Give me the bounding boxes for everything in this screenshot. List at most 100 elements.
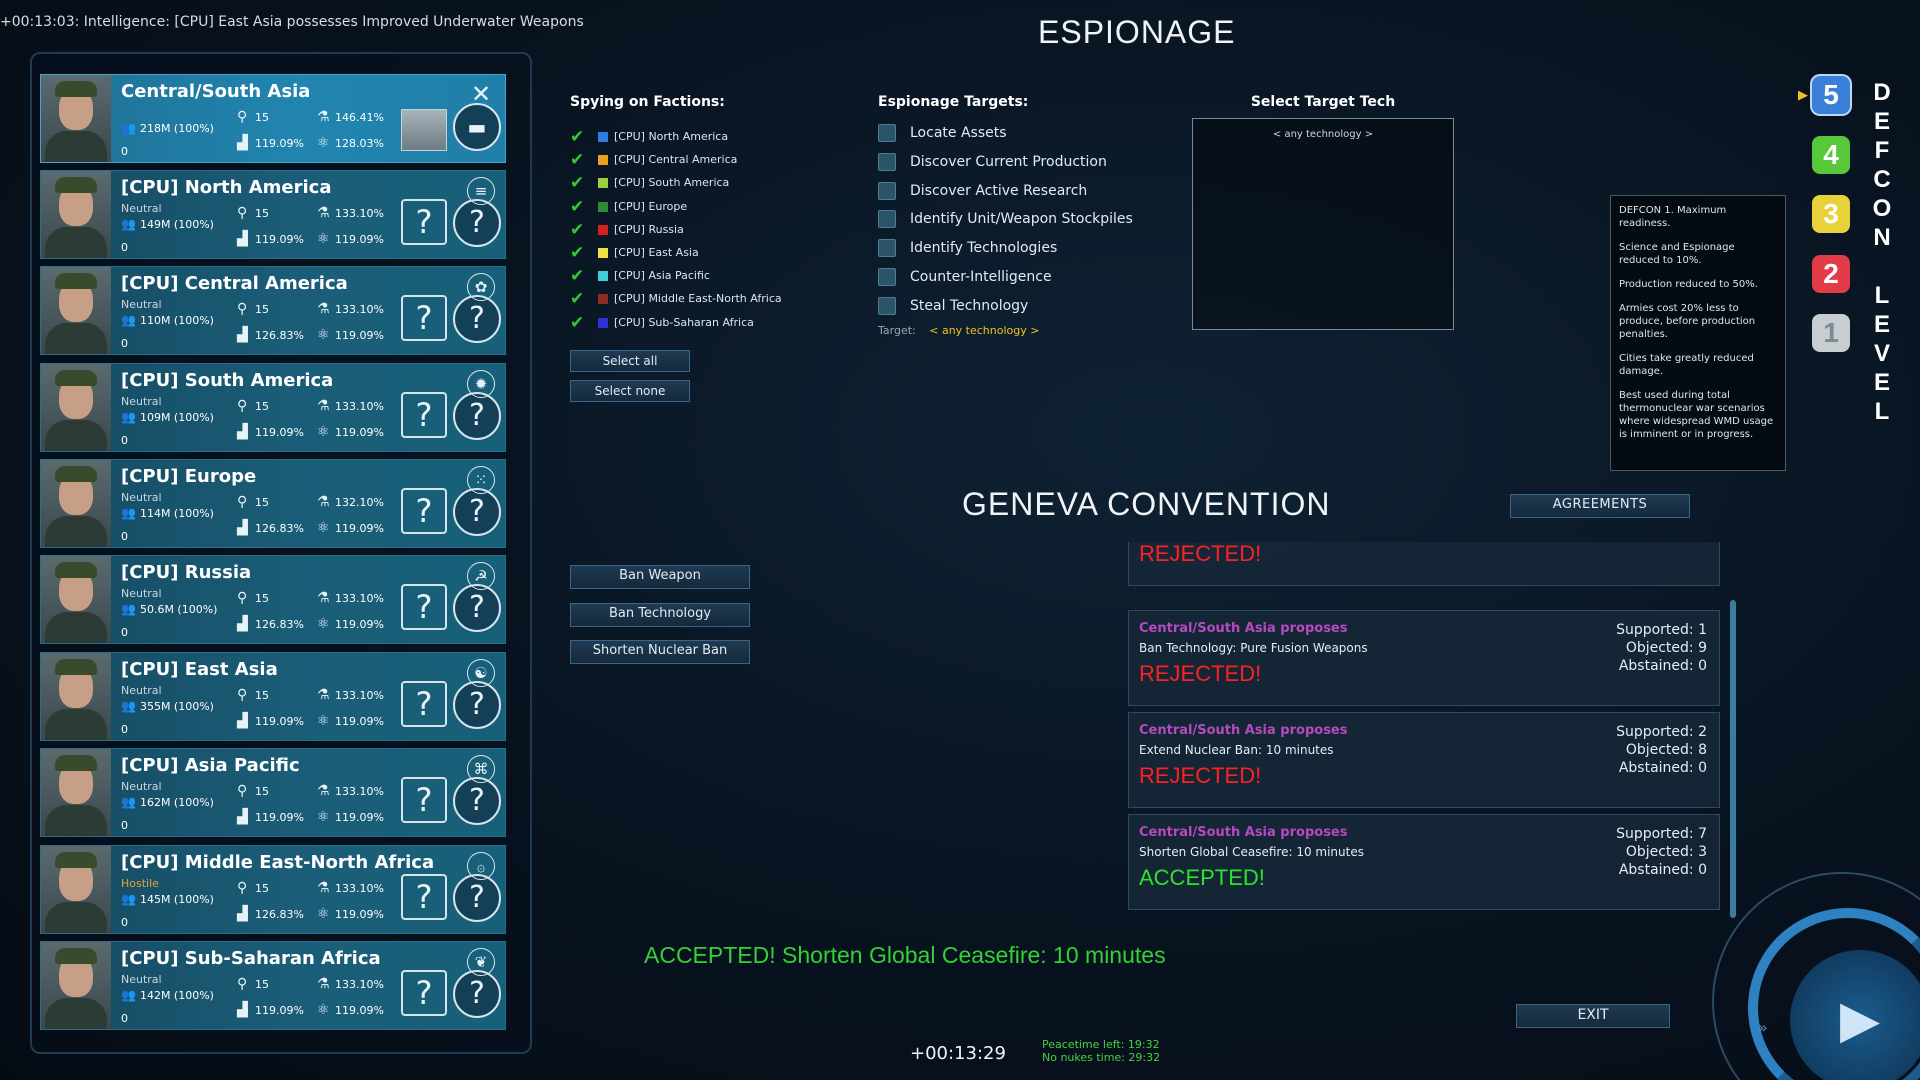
spy-faction-item[interactable]: ✔ [CPU] Asia Pacific bbox=[570, 266, 710, 286]
checkmark-icon[interactable]: ✔ bbox=[570, 197, 592, 217]
faction-score: 0 bbox=[121, 145, 128, 158]
supported-count: Supported: 1 bbox=[1616, 622, 1707, 638]
faction-status: Neutral bbox=[121, 491, 162, 504]
unknown-unit-icon[interactable]: ? bbox=[401, 392, 447, 438]
proposal-list[interactable]: Extend Global Ceasefire: 10 minutesREJEC… bbox=[1128, 542, 1720, 912]
unknown-unit-icon[interactable]: ? bbox=[401, 681, 447, 727]
target-checkbox[interactable] bbox=[878, 124, 896, 142]
unknown-tech-icon[interactable]: ? bbox=[453, 970, 501, 1018]
unknown-tech-icon[interactable]: ? bbox=[453, 874, 501, 922]
checkmark-icon[interactable]: ✔ bbox=[570, 289, 592, 309]
unknown-unit-icon[interactable]: ? bbox=[401, 777, 447, 823]
select-all-button[interactable]: Select all bbox=[570, 350, 690, 372]
unknown-unit-icon[interactable]: ? bbox=[401, 199, 447, 245]
espionage-target-item[interactable]: Steal Technology bbox=[878, 296, 1028, 319]
tooltip-line: DEFCON 1. Maximum readiness. bbox=[1619, 205, 1727, 229]
tank-icon[interactable]: ▬ bbox=[453, 103, 501, 151]
faction-score: 0 bbox=[121, 723, 128, 736]
espionage-target-item[interactable]: Locate Assets bbox=[878, 124, 1007, 146]
faction-emblem-icon: ⌘ bbox=[467, 755, 495, 783]
faction-card[interactable]: [CPU] South America Neutral 👥 109M (100%) 0 ⚲… bbox=[40, 363, 506, 452]
spy-faction-item[interactable]: ✔ [CPU] Sub-Saharan Africa bbox=[570, 313, 754, 333]
ban-weapon-button[interactable]: Ban Weapon bbox=[570, 565, 750, 589]
spy-faction-item[interactable]: ✔ [CPU] Russia bbox=[570, 220, 684, 240]
tech-list-item[interactable]: < any technology > bbox=[1193, 129, 1453, 140]
defcon-level-1-button[interactable]: 1 bbox=[1812, 314, 1850, 352]
target-value[interactable]: < any technology > bbox=[929, 324, 1039, 337]
atom-icon: ⚛ bbox=[317, 520, 330, 536]
spy-faction-item[interactable]: ✔ [CPU] North America bbox=[570, 127, 728, 147]
unknown-tech-icon[interactable]: ? bbox=[453, 392, 501, 440]
unknown-tech-icon[interactable]: ? bbox=[453, 295, 501, 343]
defcon-level-5-button[interactable]: 5 bbox=[1812, 76, 1850, 114]
spy-faction-item[interactable]: ✔ [CPU] Europe bbox=[570, 197, 687, 217]
target-checkbox[interactable] bbox=[878, 152, 896, 171]
faction-card[interactable]: [CPU] Central America Neutral 👥 110M (100%)… bbox=[40, 266, 506, 355]
unknown-tech-icon[interactable]: ? bbox=[453, 777, 501, 825]
fast-forward-icon[interactable]: » bbox=[1758, 1018, 1768, 1037]
population: 👥 142M (100%) bbox=[121, 988, 214, 1002]
flask-icon: ⚗ bbox=[317, 301, 330, 317]
spy-faction-item[interactable]: ✔ [CPU] Middle East-North Africa bbox=[570, 289, 782, 309]
checkmark-icon[interactable]: ✔ bbox=[570, 150, 592, 170]
faction-card[interactable]: [CPU] East Asia Neutral 👥 355M (100%) 0 ⚲ 15 ▟ 1… bbox=[40, 652, 506, 741]
stat-spies: ⚲ 15 bbox=[237, 783, 269, 799]
target-checkbox[interactable] bbox=[878, 239, 896, 258]
defcon-level-3-button[interactable]: 3 bbox=[1812, 195, 1850, 233]
checkmark-icon[interactable]: ✔ bbox=[570, 220, 592, 240]
faction-card[interactable]: [CPU] Sub-Saharan Africa Neutral 👥 142M (10… bbox=[40, 941, 506, 1030]
spy-faction-item[interactable]: ✔ [CPU] East Asia bbox=[570, 243, 699, 263]
defcon-letter: E bbox=[1873, 311, 1890, 338]
proposer: Central/South Asia proposes bbox=[1139, 825, 1348, 840]
unknown-tech-icon[interactable]: ? bbox=[453, 584, 501, 632]
target-checkbox[interactable] bbox=[878, 268, 896, 286]
objected-count: Objected: 9 bbox=[1625, 640, 1707, 656]
stat-spies: ⚲ 15 bbox=[237, 109, 269, 125]
checkmark-icon[interactable]: ✔ bbox=[570, 173, 592, 193]
espionage-target-item[interactable]: Identify Technologies bbox=[878, 239, 1057, 261]
checkmark-icon[interactable]: ✔ bbox=[570, 313, 592, 333]
unknown-tech-icon[interactable]: ? bbox=[453, 681, 501, 729]
target-checkbox[interactable] bbox=[878, 210, 896, 229]
defcon-level-4-button[interactable]: 4 bbox=[1812, 135, 1850, 174]
select-none-button[interactable]: Select none bbox=[570, 380, 690, 402]
exit-button[interactable]: EXIT bbox=[1516, 1004, 1670, 1028]
proposal-scrollbar[interactable] bbox=[1730, 600, 1736, 918]
faction-name: [CPU] Russia bbox=[121, 562, 252, 583]
unknown-tech-icon[interactable]: ? bbox=[453, 199, 501, 247]
checkmark-icon[interactable]: ✔ bbox=[570, 127, 592, 147]
stat-science: ⚗ 133.10% bbox=[317, 590, 384, 606]
unknown-unit-icon[interactable]: ? bbox=[401, 584, 447, 630]
agreements-button[interactable]: AGREEMENTS bbox=[1510, 494, 1690, 518]
checkmark-icon[interactable]: ✔ bbox=[570, 266, 592, 286]
unknown-unit-icon[interactable]: ? bbox=[401, 295, 447, 341]
shorten-nuclear-ban-button[interactable]: Shorten Nuclear Ban bbox=[570, 640, 750, 664]
target-checkbox[interactable] bbox=[878, 181, 896, 200]
unknown-unit-icon[interactable]: ? bbox=[401, 874, 447, 920]
faction-card[interactable]: [CPU] Middle East-North Africa Hostile 👥 14… bbox=[40, 845, 506, 934]
espionage-target-item[interactable]: Discover Current Production bbox=[878, 152, 1107, 175]
unknown-tech-icon[interactable]: ? bbox=[453, 488, 501, 536]
faction-status: Neutral bbox=[121, 973, 162, 986]
faction-score: 0 bbox=[121, 1012, 128, 1025]
defcon-level-2-button[interactable]: 2 bbox=[1812, 254, 1850, 293]
spy-faction-item[interactable]: ✔ [CPU] South America bbox=[570, 173, 729, 193]
ban-technology-button[interactable]: Ban Technology bbox=[570, 603, 750, 627]
espionage-target-item[interactable]: Discover Active Research bbox=[878, 181, 1087, 204]
target-tech-list[interactable]: < any technology > bbox=[1192, 118, 1454, 330]
spy-faction-item[interactable]: ✔ [CPU] Central America bbox=[570, 150, 737, 170]
target-checkbox[interactable] bbox=[878, 296, 896, 315]
vote-counts: Supported: 2 Objected: 8 Abstained: 0 bbox=[1616, 723, 1707, 777]
faction-card[interactable]: Central/South Asia 👥 218M (100%) 0 ⚲ 15 ▟ 119.0… bbox=[40, 74, 506, 163]
faction-card[interactable]: [CPU] Europe Neutral 👥 114M (100%) 0 ⚲ 15 ▟ 126.… bbox=[40, 459, 506, 548]
faction-card[interactable]: [CPU] North America Neutral 👥 149M (100%) 0 ⚲… bbox=[40, 170, 506, 259]
faction-card[interactable]: [CPU] Asia Pacific Neutral 👥 162M (100%) 0 ⚲ 1… bbox=[40, 748, 506, 837]
unknown-unit-icon[interactable]: ? bbox=[401, 970, 447, 1016]
unknown-unit-icon[interactable]: ? bbox=[401, 488, 447, 534]
checkmark-icon[interactable]: ✔ bbox=[570, 243, 592, 263]
population: 👥 114M (100%) bbox=[121, 506, 214, 520]
faction-emblem-icon: ☯ bbox=[467, 659, 495, 687]
faction-card[interactable]: [CPU] Russia Neutral 👥 50.6M (100%) 0 ⚲ 15 ▟ 126… bbox=[40, 555, 506, 644]
espionage-target-item[interactable]: Counter-Intelligence bbox=[878, 268, 1052, 290]
espionage-target-item[interactable]: Identify Unit/Weapon Stockpiles bbox=[878, 210, 1133, 232]
